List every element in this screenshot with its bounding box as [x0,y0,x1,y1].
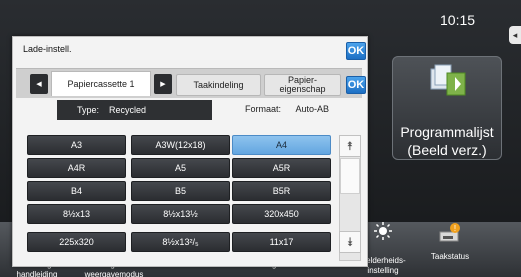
size-button[interactable]: 8½x13 [27,204,126,224]
zoom-label-2: weergavemodus [84,270,144,277]
program-list-button[interactable]: Programmalijst (Beeld verz.) [392,56,502,160]
tray-settings-dialog: Lade-instell. OK ◀ Papiercassette 1 ▶ Ta… [12,36,368,267]
size-button[interactable]: B4 [27,181,126,201]
type-label: Type: [77,105,100,115]
job-status-icon: ! [439,223,460,242]
size-button[interactable]: B5R [232,181,331,201]
tab-prev-button[interactable]: ◀ [30,74,48,94]
size-button[interactable]: 225x320 [27,232,126,252]
side-panel-tab[interactable]: ◂ [509,26,521,44]
dialog-title: Lade-instell. [23,44,72,54]
program-list-line1: Programmalijst [400,124,494,140]
size-button[interactable]: A4 [232,135,331,155]
type-value: Recycled [109,105,147,115]
size-button[interactable]: A5 [131,158,230,178]
tab-tray[interactable]: Papiercassette 1 [51,71,151,96]
tab-next-button[interactable]: ▶ [154,74,172,94]
clock: 10:15 [440,12,476,28]
scroll-down-icon[interactable]: ⯯ [339,231,361,253]
format-display: Formaat: Auto-AB [245,104,329,114]
svg-text:!: ! [454,224,456,233]
ok-button[interactable]: OK [346,76,366,94]
paper-property-line2: eigenschap [279,84,326,94]
bottom-item-job-status[interactable]: ! Taakstatus [420,222,480,262]
program-list-icon [430,64,466,96]
scroll-up-icon[interactable]: ⯭ [339,135,361,157]
size-button[interactable]: 11x17 [232,232,331,252]
job-status-label: Taakstatus [430,252,470,261]
tab-job[interactable]: Taakindeling [176,74,261,96]
scrollbar-thumb[interactable] [340,158,360,194]
size-button[interactable]: A3 [27,135,126,155]
format-label: Formaat: [245,104,282,114]
size-button[interactable]: 8½x13½ [131,204,230,224]
size-button[interactable]: A5R [232,158,331,178]
brightness-label-2: instelling [367,266,399,275]
size-button[interactable]: B5 [131,181,230,201]
size-button[interactable]: A3W(12x18) [131,135,230,155]
size-button[interactable]: A4R [27,158,126,178]
brightness-icon [374,222,392,240]
program-list-line2: (Beeld verz.) [407,142,487,158]
size-button[interactable]: 320x450 [232,204,331,224]
manual-label-2: handleiding [16,270,58,277]
size-button[interactable]: 8½x13²/₅ [131,232,230,252]
format-value: Auto-AB [295,104,330,114]
ok-button-top[interactable]: OK [346,42,366,60]
tab-paper-property[interactable]: Papier- eigenschap [264,74,341,96]
paper-type-display[interactable]: Type: Recycled [57,100,212,120]
